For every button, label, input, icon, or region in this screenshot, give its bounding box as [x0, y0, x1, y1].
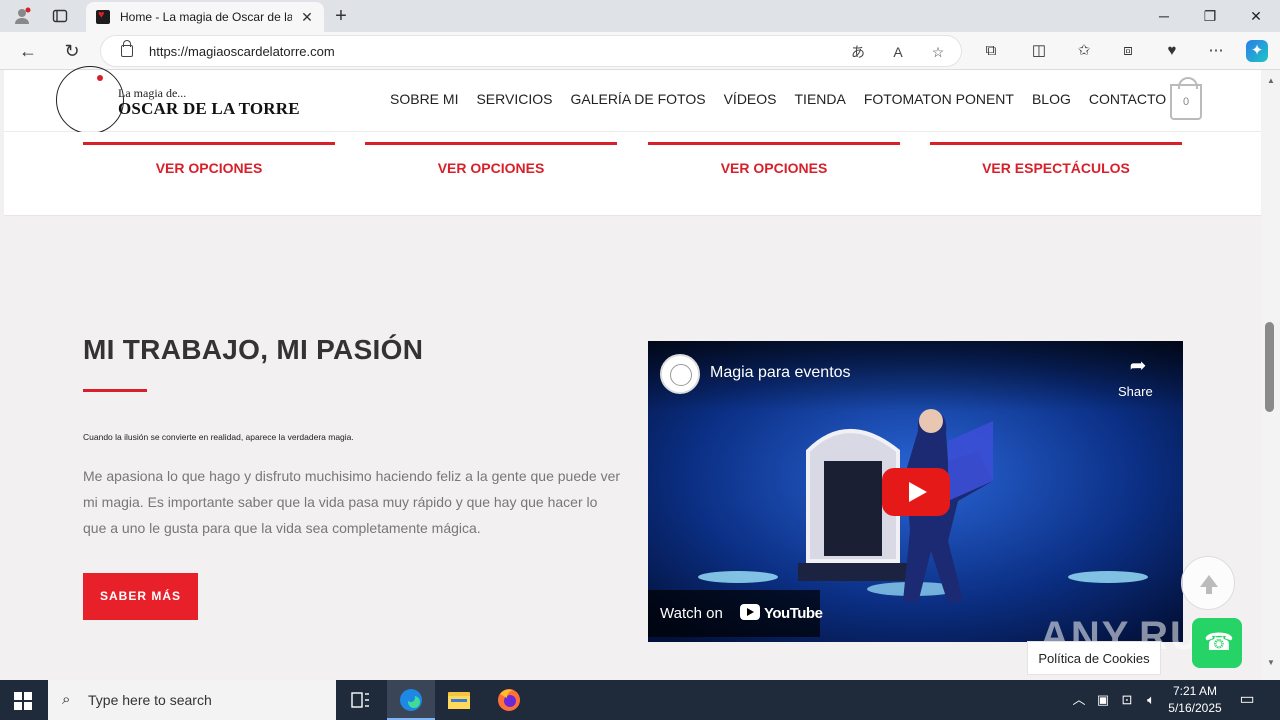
shield-icon[interactable]: ♥ [1161, 40, 1183, 62]
share-icon[interactable]: ➦ [1126, 355, 1150, 377]
video-title[interactable]: Magia para eventos [710, 364, 851, 382]
lock-icon[interactable] [121, 40, 133, 57]
whatsapp-icon[interactable] [1192, 618, 1242, 668]
taskbar-search-box[interactable]: ⌕ Type here to search [48, 680, 336, 720]
menu-item-videos[interactable]: VÍDEOS [724, 91, 777, 107]
close-window-icon[interactable]: ✕ [1246, 6, 1266, 26]
back-arrow-icon[interactable]: ← [17, 40, 39, 62]
new-tab-icon[interactable]: + [330, 6, 352, 28]
youtube-wordmark: YouTube [764, 605, 823, 622]
site-favicon-icon [96, 9, 110, 24]
read-aloud-icon[interactable]: A [889, 43, 907, 61]
windows-start-icon[interactable] [14, 692, 32, 710]
clock-date: 5/16/2025 [1168, 701, 1222, 715]
option-card: VER OPCIONES [365, 142, 617, 192]
notifications-icon[interactable]: ▭ [1238, 691, 1256, 709]
puzzle-icon[interactable]: ⧉ [980, 40, 1002, 62]
menu-item-servicios[interactable]: SERVICIOS [476, 91, 552, 107]
site-header: La magia de... OSCAR DE LA TORRE SOBRE M… [4, 66, 1261, 134]
option-card: VER OPCIONES [83, 142, 335, 192]
minimize-icon[interactable]: ─ [1154, 6, 1174, 26]
edge-icon[interactable] [387, 680, 435, 720]
more-icon[interactable]: ⋯ [1205, 40, 1227, 62]
clock-time: 7:21 AM [1172, 684, 1218, 698]
logo-name: OSCAR DE LA TORRE [118, 99, 300, 118]
scrollbar-thumb[interactable] [1265, 322, 1274, 412]
volume-icon[interactable]: 🔈︎ [1142, 691, 1160, 709]
tray-chevron-icon[interactable]: ︿ [1070, 691, 1088, 709]
section-tagline: Cuando la ilusión se convierte en realid… [83, 432, 354, 442]
logo-emblem-icon [56, 66, 124, 134]
browser-tab-bar: Home - La magia de Oscar de la Torre ✕ +… [0, 0, 1280, 32]
cart-count: 0 [1182, 96, 1190, 108]
active-tab[interactable]: Home - La magia de Oscar de la Torre ✕ [86, 2, 324, 32]
close-tab-icon[interactable]: ✕ [298, 8, 316, 26]
option-card: VER OPCIONES [648, 142, 900, 192]
ver-opciones-link[interactable]: VER OPCIONES [83, 160, 335, 176]
tab-actions-icon[interactable] [50, 6, 70, 26]
back-to-top-button[interactable] [1181, 556, 1235, 610]
task-view-icon[interactable] [336, 680, 384, 720]
menu-item-galeria[interactable]: GALERÍA DE FOTOS [570, 91, 705, 107]
options-strip: VER OPCIONES VER OPCIONES VER OPCIONES V… [4, 132, 1261, 216]
section-headline: MI TRABAJO, MI PASIÓN [83, 334, 424, 365]
collections-icon[interactable]: ⧈ [1117, 40, 1139, 62]
profile-icon[interactable] [12, 6, 32, 26]
menu-item-contacto[interactable]: CONTACTO [1089, 91, 1166, 107]
menu-item-tienda[interactable]: TIENDA [795, 91, 846, 107]
headline-divider [83, 389, 147, 392]
option-card: VER ESPECTÁCULOS [930, 142, 1182, 192]
search-placeholder: Type here to search [88, 692, 212, 708]
firefox-icon[interactable] [485, 680, 533, 720]
watch-on-youtube-button[interactable]: Watch on YouTube [648, 590, 823, 637]
file-explorer-icon[interactable] [435, 680, 483, 720]
copilot-icon[interactable]: ✦ [1246, 40, 1268, 62]
scroll-up-icon[interactable]: ▲ [1264, 76, 1278, 86]
section-paragraph: Me apasiona lo que hago y disfruto muchi… [83, 468, 621, 536]
ver-espectaculos-link[interactable]: VER ESPECTÁCULOS [930, 160, 1182, 176]
network-icon[interactable]: ⊡ [1118, 691, 1136, 709]
watch-on-label: Watch on [660, 605, 723, 622]
play-button[interactable] [882, 468, 950, 516]
system-clock[interactable]: 7:21 AM 5/16/2025 [1160, 683, 1230, 717]
split-screen-icon[interactable]: ◫ [1028, 40, 1050, 62]
cart-icon[interactable]: 0 [1170, 77, 1202, 120]
tray-device-icon[interactable]: ▣ [1094, 691, 1112, 709]
favorites-icon[interactable]: ✩ [1073, 40, 1095, 62]
menu-item-blog[interactable]: BLOG [1032, 91, 1071, 107]
menu-item-sobre-mi[interactable]: SOBRE MI [390, 91, 458, 107]
menu-item-fotomaton[interactable]: FOTOMATON PONENT [864, 91, 1014, 107]
ver-opciones-link[interactable]: VER OPCIONES [365, 160, 617, 176]
cookie-policy-button[interactable]: Política de Cookies [1027, 641, 1161, 675]
search-icon: ⌕ [62, 691, 71, 708]
scroll-down-icon[interactable]: ▼ [1264, 658, 1278, 668]
refresh-icon[interactable]: ↻ [61, 40, 83, 62]
windows-taskbar: ⌕ Type here to search ︿ ▣ ⊡ 🔈︎ 7:21 AM 5… [0, 680, 1280, 720]
ver-opciones-link[interactable]: VER OPCIONES [648, 160, 900, 176]
url-text[interactable]: https://magiaoscardelatorre.com [149, 44, 335, 59]
star-icon[interactable]: ☆ [929, 43, 947, 61]
tab-title: Home - La magia de Oscar de la Torre [120, 10, 292, 24]
share-label[interactable]: Share [1118, 384, 1153, 399]
main-menu: SOBRE MI SERVICIOS GALERÍA DE FOTOS VÍDE… [390, 91, 1184, 107]
restore-icon[interactable]: ❐ [1200, 6, 1220, 26]
url-field[interactable]: https://magiaoscardelatorre.com あ A ☆ [100, 35, 962, 67]
saber-mas-button[interactable]: SABER MÁS [83, 573, 198, 620]
site-logo[interactable]: La magia de... OSCAR DE LA TORRE [56, 66, 300, 134]
youtube-embed[interactable]: Magia para eventos ➦ Share Watch on YouT… [648, 341, 1183, 642]
channel-avatar[interactable] [660, 354, 700, 394]
translate-icon[interactable]: あ [849, 43, 867, 61]
youtube-logo-icon [740, 604, 760, 620]
